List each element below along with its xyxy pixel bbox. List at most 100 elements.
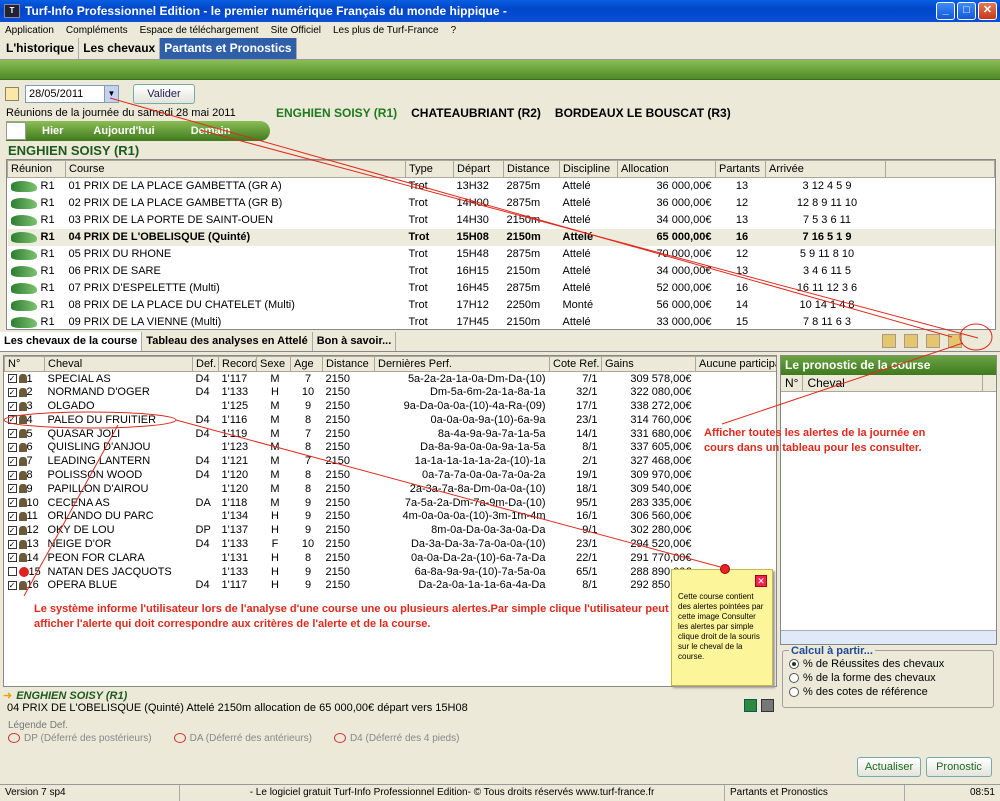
calendar-icon[interactable] — [6, 122, 26, 140]
horse-row[interactable]: ✓ 3 OLGADO 1'125 M 9 2150 9a-Da-0a-0a-(10)-4a-R… — [5, 399, 777, 413]
horse-checkbox[interactable]: ✓ — [7, 429, 17, 439]
horse-number[interactable]: ✓ 1 — [5, 372, 45, 386]
menu-help[interactable]: ? — [451, 25, 457, 36]
valider-button[interactable]: Valider — [133, 84, 195, 104]
horse-row[interactable]: ✓ 8 POLISSON WOOD D4 1'120 M 8 2150 0a-7a-7a-0a-… — [5, 468, 777, 482]
col-sexe[interactable]: Sexe — [256, 356, 291, 372]
race-row[interactable]: R1 04 PRIX DE L'OBELISQUE (Quinté) Trot 15H… — [7, 228, 995, 246]
col-type[interactable]: Type — [405, 160, 454, 178]
race-row[interactable]: R1 01 PRIX DE LA PLACE GAMBETTA (GR A) Tro… — [8, 178, 995, 195]
radio-forme[interactable]: % de la forme des chevaux — [789, 671, 993, 685]
horse-number[interactable]: ✓ 2 — [5, 385, 45, 399]
horse-checkbox[interactable]: ✓ — [7, 580, 17, 590]
horse-number[interactable]: ✓ 10 — [5, 496, 45, 510]
horse-number[interactable]: ✓ 4 — [5, 413, 45, 427]
horse-row[interactable]: ✓ 12 OKY DE LOU DP 1'137 H 9 2150 8m-0a-Da-0a-3a… — [5, 523, 777, 537]
date-field[interactable]: 28/05/2011 ▼ — [25, 85, 119, 103]
tab-historique[interactable]: L'historique — [2, 38, 80, 59]
pronostic-col-cheval[interactable]: Cheval — [803, 375, 984, 391]
horse-number[interactable]: ✓ 5 — [5, 427, 45, 441]
horse-row[interactable]: ✓ 14 PEON FOR CLARA 1'131 H 8 2150 0a-0a-Da-2a-… — [5, 551, 777, 565]
horse-checkbox[interactable] — [7, 567, 17, 577]
menu-site-officiel[interactable]: Site Officiel — [271, 25, 321, 36]
horse-checkbox[interactable]: ✓ — [7, 484, 17, 494]
horse-number[interactable]: ✓ 9 — [5, 482, 45, 496]
horse-checkbox[interactable]: ✓ — [7, 415, 17, 425]
col-allocation[interactable]: Allocation — [617, 160, 716, 178]
radio-dot[interactable] — [789, 659, 799, 669]
subtab-analyses-attele[interactable]: Tableau des analyses en Attelé — [142, 332, 313, 351]
calendar-icon[interactable] — [5, 87, 19, 101]
tab-chevaux[interactable]: Les chevaux — [79, 38, 161, 59]
actualiser-button[interactable]: Actualiser — [857, 757, 921, 777]
chevron-down-icon[interactable]: ▼ — [104, 86, 118, 102]
horse-number[interactable]: ✓ 16 — [5, 578, 45, 592]
horse-checkbox[interactable]: ✓ — [7, 470, 17, 480]
menu-application[interactable]: Application — [5, 25, 54, 36]
day-demain[interactable]: Demain — [191, 125, 231, 137]
save-icon[interactable] — [926, 334, 940, 348]
horse-number[interactable]: ✓ 14 — [5, 551, 45, 565]
col-record[interactable]: Record — [218, 356, 257, 372]
horse-row[interactable]: ✓ 1 SPECIAL AS D4 1'117 M 7 2150 5a-2a-2a-1a-0a-… — [5, 372, 777, 386]
col-distance[interactable]: Distance — [503, 160, 560, 178]
col-distance[interactable]: Distance — [322, 356, 375, 372]
horse-number[interactable]: ✓ 11 — [5, 509, 45, 523]
col-course[interactable]: Course — [65, 160, 406, 178]
minimize-button[interactable]: _ — [936, 2, 955, 20]
horse-row[interactable]: ✓ 16 OPERA BLUE D4 1'117 H 9 2150 Da-2a-0a-1a-1a… — [5, 578, 777, 592]
horse-number[interactable]: ✓ 3 — [5, 399, 45, 413]
horse-number[interactable]: ✓ 8 — [5, 468, 45, 482]
horse-number[interactable]: ✓ 12 — [5, 523, 45, 537]
menu-complements[interactable]: Compléments — [66, 25, 128, 36]
col-def[interactable]: Def. — [192, 356, 219, 372]
folder-icon[interactable] — [904, 334, 918, 348]
radio-dot[interactable] — [789, 673, 799, 683]
col-discipline[interactable]: Discipline — [559, 160, 618, 178]
close-icon[interactable]: ✕ — [755, 575, 767, 587]
horse-row[interactable]: ✓ 2 NORMAND D'OGER D4 1'133 H 10 2150 Dm-5a-6m-2… — [5, 385, 777, 399]
race-row[interactable]: R1 07 PRIX D'ESPELETTE (Multi) Trot 16H45 28… — [8, 280, 995, 297]
col-aucune-participation[interactable]: Aucune participat — [695, 356, 776, 372]
col-partants[interactable]: Partants — [715, 160, 766, 178]
horse-checkbox[interactable]: ✓ — [7, 374, 17, 384]
tab-partants-pronostics[interactable]: Partants et Pronostics — [160, 38, 297, 59]
horse-row[interactable]: ✓ 13 NEIGE D'OR D4 1'133 F 10 2150 Da-3a-Da-3a-7… — [5, 537, 777, 551]
subtab-bon-a-savoir[interactable]: Bon à savoir... — [313, 332, 397, 351]
race-row[interactable]: R1 02 PRIX DE LA PLACE GAMBETTA (GR B) Tro… — [8, 195, 995, 212]
venue-r2[interactable]: CHATEAUBRIANT (R2) — [411, 106, 541, 120]
horse-row[interactable]: 15 NATAN DES JACQUOTS 1'133 H 9 2150 6a-8a-9a-… — [5, 565, 777, 579]
day-hier[interactable]: Hier — [42, 125, 63, 137]
col-reunion[interactable]: Réunion — [7, 160, 66, 178]
print-icon[interactable] — [761, 699, 774, 712]
radio-cotes[interactable]: % des cotes de référence — [789, 685, 993, 699]
race-row[interactable]: R1 06 PRIX DE SARE Trot 16H15 2150m Attelé 34 … — [8, 263, 995, 280]
horse-number[interactable]: ✓ 7 — [5, 454, 45, 468]
horse-checkbox[interactable]: ✓ — [7, 525, 17, 535]
maximize-button[interactable]: □ — [957, 2, 976, 20]
col-numero[interactable]: N° — [4, 356, 45, 372]
horse-checkbox[interactable]: ✓ — [7, 387, 17, 397]
col-cote-ref[interactable]: Cote Ref. — [549, 356, 602, 372]
horse-checkbox[interactable]: ✓ — [7, 401, 17, 411]
horse-checkbox[interactable]: ✓ — [7, 511, 17, 521]
horse-number[interactable]: ✓ 13 — [5, 537, 45, 551]
export-icon[interactable] — [882, 334, 896, 348]
radio-dot[interactable] — [789, 687, 799, 697]
subtab-chevaux-course[interactable]: Les chevaux de la course — [0, 332, 143, 351]
pronostic-col-numero[interactable]: N° — [781, 375, 804, 391]
horse-number[interactable]: 15 — [5, 565, 45, 579]
horse-checkbox[interactable]: ✓ — [7, 498, 17, 508]
horse-number[interactable]: ✓ 6 — [5, 440, 45, 454]
menu-telechargement[interactable]: Espace de téléchargement — [140, 25, 259, 36]
day-aujourdhui[interactable]: Aujourd'hui — [93, 125, 154, 137]
race-row[interactable]: R1 03 PRIX DE LA PORTE DE SAINT-OUEN Trot 1… — [8, 212, 995, 229]
venue-r3[interactable]: BORDEAUX LE BOUSCAT (R3) — [555, 106, 731, 120]
horse-checkbox[interactable]: ✓ — [7, 539, 17, 549]
race-row[interactable]: R1 05 PRIX DU RHONE Trot 15H48 2875m Attelé 70… — [8, 246, 995, 263]
alert-icon[interactable] — [948, 334, 962, 348]
horse-row[interactable]: ✓ 4 PALEO DU FRUITIER D4 1'116 M 8 2150 0a-0a-0a… — [5, 413, 777, 427]
horse-row[interactable]: ✓ 9 PAPILLON D'AIROU 1'120 M 8 2150 2a-3a-7a-8a… — [5, 482, 777, 496]
race-row[interactable]: R1 09 PRIX DE LA VIENNE (Multi) Trot 17H45 2… — [8, 314, 995, 330]
col-dernieres-perf[interactable]: Dernières Perf. — [374, 356, 550, 372]
